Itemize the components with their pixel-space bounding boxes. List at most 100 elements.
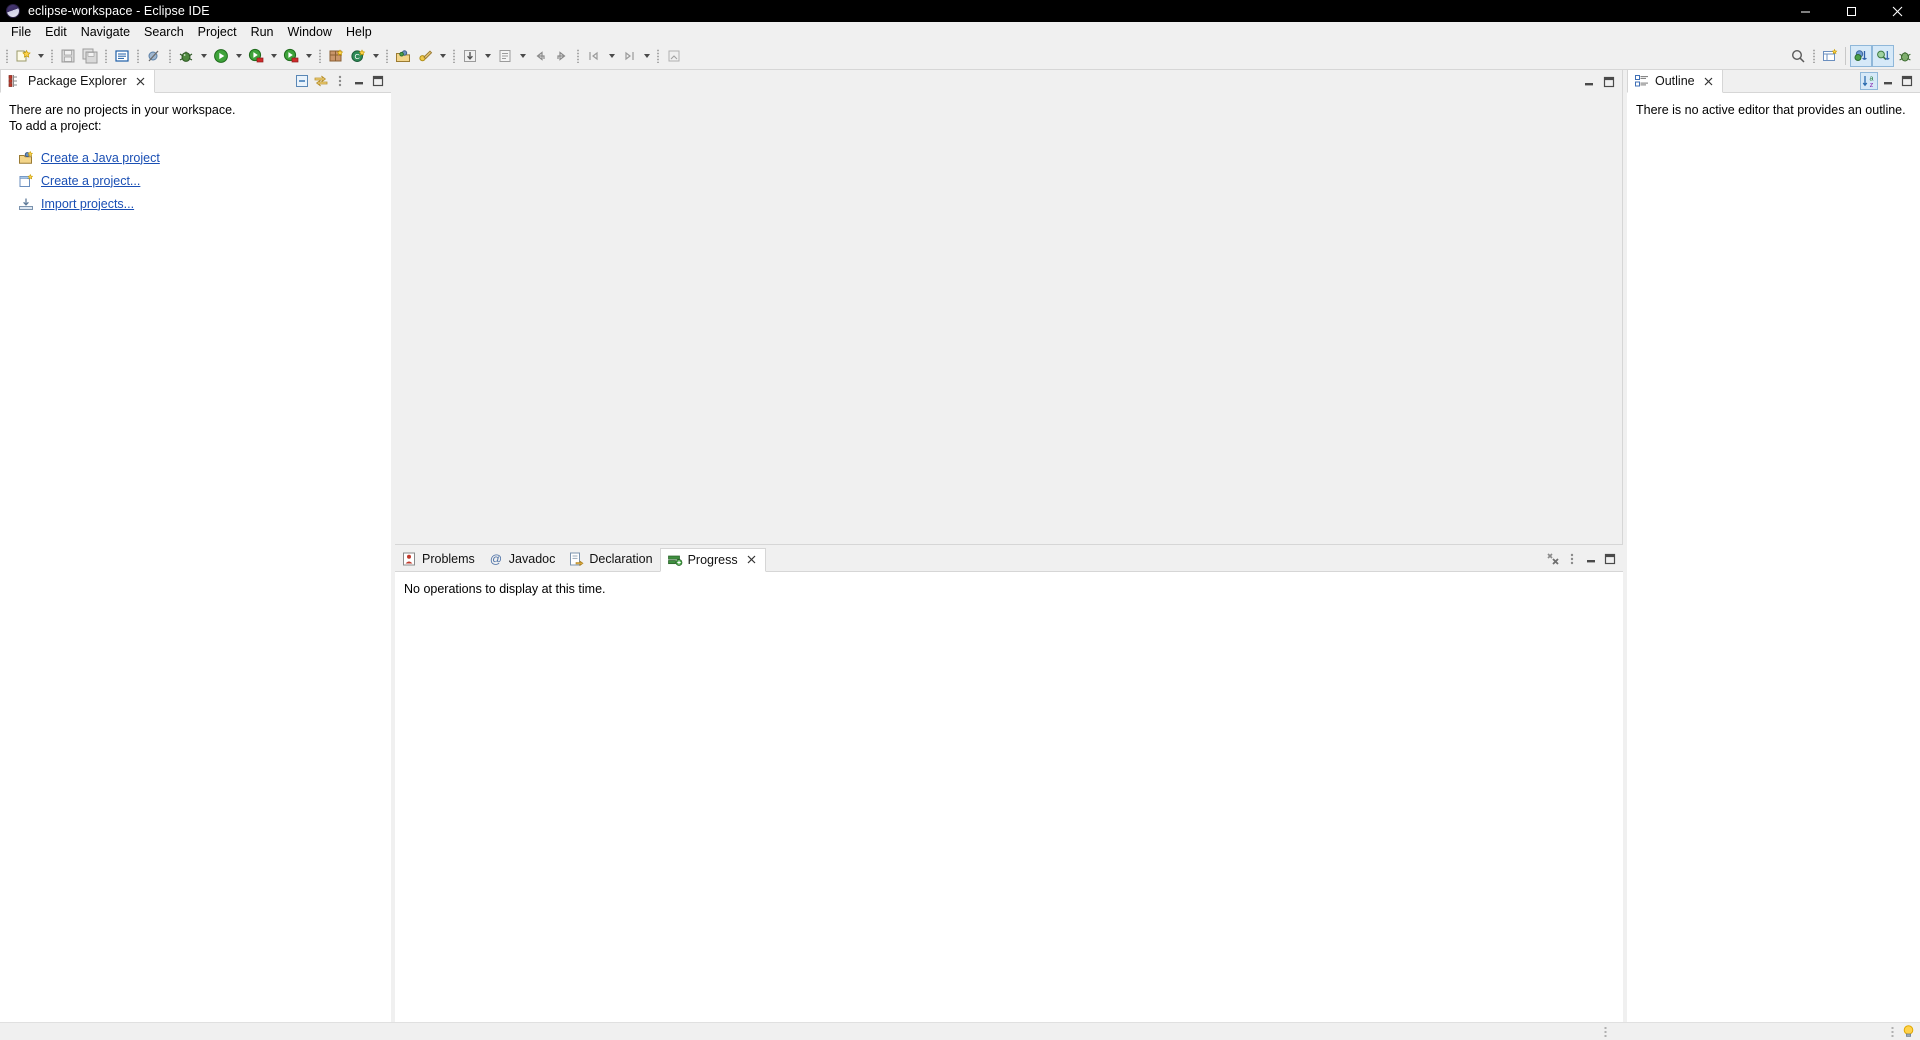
save-all-button[interactable] [79, 45, 101, 67]
new-wizard-button[interactable] [12, 45, 34, 67]
toolbar-separator [656, 47, 660, 65]
java-perspective-icon[interactable] [1850, 45, 1872, 67]
window-controls [1782, 0, 1920, 22]
run-button[interactable] [210, 45, 232, 67]
close-icon[interactable] [745, 553, 758, 566]
next-edit-button[interactable] [618, 45, 640, 67]
menu-edit[interactable]: Edit [38, 22, 74, 43]
progress-view-body[interactable]: No operations to display at this time. [395, 571, 1623, 1022]
run-dropdown-arrow[interactable] [232, 45, 245, 67]
new-class-button[interactable]: C [347, 45, 369, 67]
close-icon[interactable] [134, 75, 147, 88]
link-row-create-project[interactable]: Create a project... [18, 171, 391, 190]
tab-label: Package Explorer [28, 74, 127, 88]
tab-progress[interactable]: Progress [659, 547, 766, 572]
tab-problems[interactable]: Problems [395, 548, 482, 571]
open-type-button[interactable] [111, 45, 133, 67]
tip-of-the-day-bulb-icon[interactable] [1901, 1024, 1916, 1039]
save-button[interactable] [57, 45, 79, 67]
maximize-icon[interactable] [1601, 550, 1619, 568]
new-class-dropdown-arrow[interactable] [369, 45, 382, 67]
new-wizard-dropdown-arrow[interactable] [34, 45, 47, 67]
status-bar-right [1889, 1024, 1916, 1039]
tab-label: Declaration [589, 552, 653, 566]
external-tools-button[interactable] [280, 45, 302, 67]
status-drag-handle-right[interactable] [1889, 1024, 1895, 1039]
task-repository-dropdown-arrow[interactable] [436, 45, 449, 67]
tab-label: Outline [1655, 74, 1695, 88]
progress-icon [667, 552, 683, 568]
open-perspective-icon[interactable] [1819, 45, 1841, 67]
maximize-icon[interactable] [1828, 0, 1874, 22]
coverage-button[interactable] [245, 45, 267, 67]
debug-dropdown-arrow[interactable] [197, 45, 210, 67]
back-history-button[interactable] [529, 45, 551, 67]
minimize-icon[interactable] [1879, 72, 1897, 90]
menu-help[interactable]: Help [339, 22, 379, 43]
status-drag-handle[interactable] [1602, 1024, 1608, 1039]
previous-edit-dropdown-arrow[interactable] [605, 45, 618, 67]
link-row-import-projects[interactable]: Import projects... [18, 194, 391, 213]
link-with-editor-icon[interactable] [312, 72, 330, 90]
menu-search[interactable]: Search [137, 22, 191, 43]
minimize-icon[interactable] [1582, 550, 1600, 568]
minimize-icon[interactable] [1782, 0, 1828, 22]
package-explorer-body[interactable]: There are no projects in your workspace.… [0, 93, 391, 1022]
main-toolbar: C [0, 43, 1920, 70]
search-icon[interactable] [1787, 45, 1809, 67]
link-row-create-java-project[interactable]: Create a Java project [18, 148, 391, 167]
next-annotation-button[interactable] [494, 45, 516, 67]
outline-body[interactable]: There is no active editor that provides … [1627, 93, 1920, 1022]
close-icon[interactable] [1874, 0, 1920, 22]
menubar: File Edit Navigate Search Project Run Wi… [0, 22, 1920, 43]
toolbar-separator [452, 47, 456, 65]
import-projects-link[interactable]: Import projects... [41, 197, 134, 211]
view-menu-icon[interactable] [331, 72, 349, 90]
sort-az-icon[interactable]: a z [1860, 71, 1878, 90]
external-tools-dropdown-arrow[interactable] [302, 45, 315, 67]
view-menu-icon[interactable] [1563, 550, 1581, 568]
minimize-icon[interactable] [350, 72, 368, 90]
menu-navigate[interactable]: Navigate [74, 22, 137, 43]
previous-edit-button[interactable] [583, 45, 605, 67]
forward-history-button[interactable] [551, 45, 573, 67]
next-annotation-dropdown-arrow[interactable] [516, 45, 529, 67]
outline-tabbar: Outline a z [1627, 69, 1920, 93]
menu-window[interactable]: Window [281, 22, 339, 43]
close-icon[interactable] [1702, 75, 1715, 88]
debug-bug-button[interactable] [175, 45, 197, 67]
collapse-all-icon[interactable] [293, 72, 311, 90]
menu-project[interactable]: Project [191, 22, 244, 43]
maximize-icon[interactable] [1600, 73, 1618, 91]
new-package-button[interactable] [325, 45, 347, 67]
maximize-icon[interactable] [1898, 72, 1916, 90]
menu-file[interactable]: File [4, 22, 38, 43]
next-edit-dropdown-arrow[interactable] [640, 45, 653, 67]
java-browsing-perspective-icon[interactable] [1872, 45, 1894, 67]
toolbar-vertical-separator [1845, 47, 1846, 65]
tab-package-explorer[interactable]: Package Explorer [0, 69, 155, 93]
empty-editor-surface[interactable] [395, 93, 1622, 544]
tab-javadoc[interactable]: @ Javadoc [482, 548, 563, 571]
task-repository-button[interactable] [414, 45, 436, 67]
maximize-icon[interactable] [369, 72, 387, 90]
empty-message-line-2: To add a project: [9, 119, 102, 133]
new-java-project-toolbar-button[interactable] [392, 45, 414, 67]
toolbar-separator [318, 47, 322, 65]
create-java-project-link[interactable]: Create a Java project [41, 151, 160, 165]
create-project-link[interactable]: Create a project... [41, 174, 140, 188]
skip-breakpoints-button[interactable] [143, 45, 165, 67]
previous-annotation-dropdown-arrow[interactable] [481, 45, 494, 67]
debug-perspective-icon[interactable] [1894, 45, 1916, 67]
minimize-icon[interactable] [1580, 73, 1598, 91]
pin-editor-button[interactable] [663, 45, 685, 67]
coverage-dropdown-arrow[interactable] [267, 45, 280, 67]
tab-declaration[interactable]: Declaration [562, 548, 659, 571]
tab-outline[interactable]: Outline [1627, 69, 1723, 93]
cancel-all-icon[interactable] [1544, 550, 1562, 568]
previous-annotation-button[interactable] [459, 45, 481, 67]
outline-toolbar: a z [1860, 69, 1920, 92]
menu-run[interactable]: Run [244, 22, 281, 43]
editor-area [395, 70, 1623, 545]
svg-text:C: C [354, 52, 360, 61]
